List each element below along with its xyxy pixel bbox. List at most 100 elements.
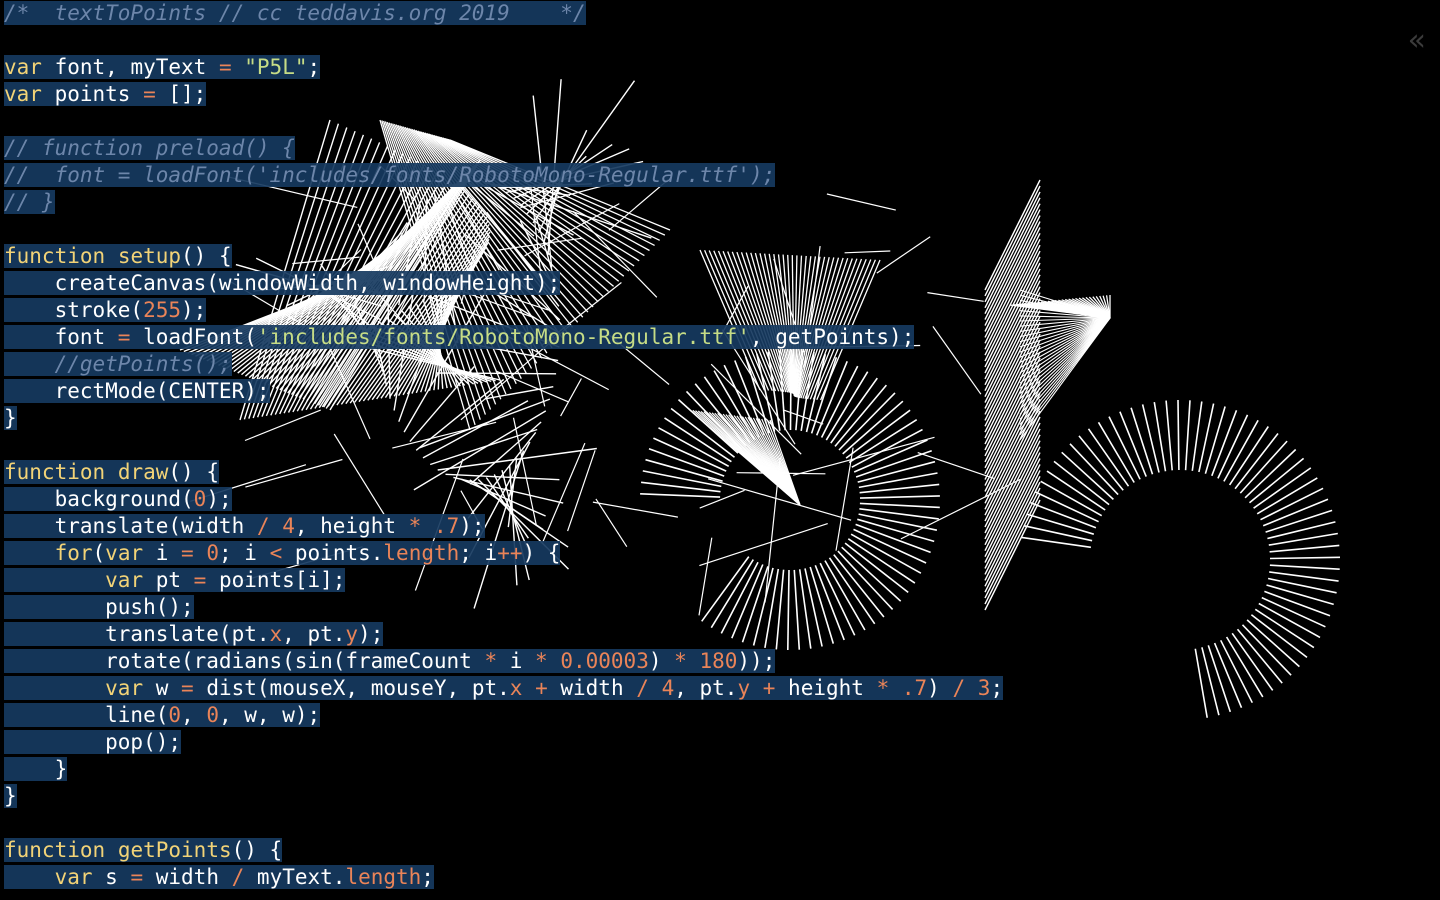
code-line[interactable]: push(); [4,594,1003,621]
code-selection: //getPoints(); [4,352,232,376]
code-line[interactable] [4,810,1003,837]
code-token: setup [117,244,182,268]
code-line[interactable]: background(0); [4,486,1003,513]
code-token: font, myText [41,55,219,79]
code-line[interactable]: } [4,756,1003,783]
code-line[interactable]: createCanvas(windowWidth, windowHeight); [4,270,1003,297]
code-line[interactable]: function draw() { [4,459,1003,486]
code-token: ); [358,622,384,646]
code-token: .7 [901,676,928,700]
code-line[interactable]: } [4,405,1003,432]
code-line[interactable]: translate(width / 4, height * .7); [4,513,1003,540]
artwork-stroke [1231,632,1274,691]
code-line[interactable]: var s = width / myText.length; [4,864,1003,891]
code-line[interactable]: font = loadFont('includes/fonts/RobotoMo… [4,324,1003,351]
code-selection: // function preload() { [4,136,295,160]
code-token: var [4,82,42,106]
artwork-stroke [1177,399,1180,471]
code-selection: createCanvas(windowWidth, windowHeight); [4,271,561,295]
artwork-stroke [1266,584,1334,606]
code-token: , getPoints); [749,325,915,349]
code-line[interactable]: // font = loadFont('includes/fonts/Robot… [4,162,1003,189]
code-line[interactable]: pop(); [4,729,1003,756]
code-line[interactable]: function setup() { [4,243,1003,270]
artwork-stroke [1204,406,1226,474]
code-selection: // font = loadFont('includes/fonts/Robot… [4,163,776,187]
code-token: x [269,622,283,646]
code-token: translate(width [4,514,257,538]
code-token: () { [181,244,232,268]
code-selection: function setup() { [4,244,232,268]
code-token: rotate(radians(sin(frameCount [4,649,485,673]
code-selection: var font, myText = "P5L"; [4,55,321,79]
code-line[interactable]: var font, myText = "P5L"; [4,54,1003,81]
code-token: ; [307,55,321,79]
code-line[interactable]: var w = dist(mouseX, mouseY, pt.x + widt… [4,675,1004,702]
code-token: y [737,676,751,700]
code-token: * [535,649,548,673]
code-line[interactable]: // } [4,189,1003,216]
code-token: ( [92,541,106,565]
artwork-stroke [1248,457,1305,504]
code-line[interactable]: function getPoints() { [4,837,1003,864]
code-token: translate(pt. [4,622,270,646]
artwork-stroke [1239,440,1288,494]
collapse-icon[interactable]: « [1408,26,1426,56]
code-line[interactable]: line(0, 0, w, w); [4,702,1003,729]
code-line[interactable] [4,27,1003,54]
code-token: ); [206,487,232,511]
artwork-stroke [1184,400,1191,471]
code-token: points[i]; [206,568,346,592]
code-token: , pt. [282,622,346,646]
code-line[interactable]: stroke(255); [4,297,1003,324]
artwork-stroke [1069,443,1119,496]
code-token: 0 [206,541,220,565]
code-token: y [345,622,359,646]
code-line[interactable]: //getPoints(); [4,351,1003,378]
code-token: width [547,676,637,700]
code-token: ++ [497,541,523,565]
code-line[interactable]: var pt = points[i]; [4,567,1003,594]
code-line[interactable]: for(var i = 0; i < points.length; i++) { [4,540,1003,567]
code-line[interactable]: translate(pt.x, pt.y); [4,621,1003,648]
code-token: height [775,676,877,700]
code-selection: // } [4,190,55,214]
code-selection: background(0); [4,487,232,511]
code-token: ; i [219,541,270,565]
code-token: font [4,325,118,349]
code-token: pt [143,568,194,592]
code-editor[interactable]: /* textToPoints // cc teddavis.org 2019 … [4,0,1004,891]
artwork-stroke [1078,435,1124,491]
code-token: () { [168,460,219,484]
code-line[interactable]: } [4,783,1003,810]
code-token: 4 [661,676,675,700]
code-line[interactable] [4,108,1003,135]
artwork-stroke [1053,460,1110,506]
code-token: ) [648,649,675,673]
code-token: ; [990,676,1004,700]
code-token: //getPoints(); [54,352,232,376]
artwork-stroke [1165,400,1173,471]
code-selection: line(0, 0, w, w); [4,703,321,727]
code-line[interactable]: var points = []; [4,81,1003,108]
code-token: draw [117,460,169,484]
code-token: / [636,676,649,700]
code-line[interactable]: rectMode(CENTER); [4,378,1003,405]
code-token: []; [155,82,207,106]
code-line[interactable]: rotate(radians(sin(frameCount * i * 0.00… [4,648,1003,675]
code-token: myText. [244,865,346,889]
code-token: = [130,865,144,889]
code-line[interactable]: /* textToPoints // cc teddavis.org 2019 … [4,0,1003,27]
code-token: + [762,676,776,700]
code-line[interactable]: // function preload() { [4,135,1003,162]
code-line[interactable] [4,432,1003,459]
code-token: = [117,325,131,349]
code-line[interactable] [4,216,1003,243]
code-selection: rotate(radians(sin(frameCount * i * 0.00… [4,649,776,673]
code-token: createCanvas(windowWidth, windowHeight); [4,271,561,295]
